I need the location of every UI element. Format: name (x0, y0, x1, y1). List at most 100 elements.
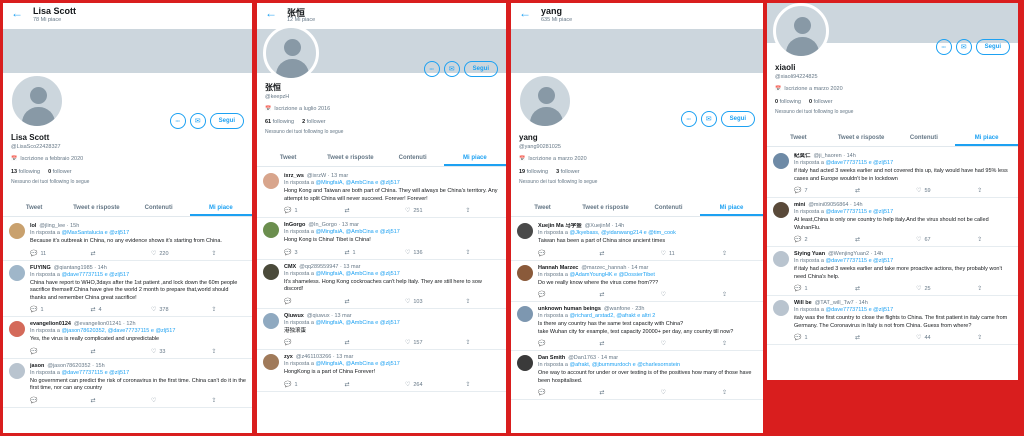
retweet-action[interactable]: ⇄ (855, 187, 916, 195)
following-count[interactable]: 61 (265, 119, 271, 125)
like-action[interactable]: ♡ 67 (916, 236, 977, 244)
tweet-item[interactable]: ixrz_ws @ixrzW · 13 mar In risposta a @Min… (257, 169, 506, 218)
followers-count[interactable]: 2 (302, 119, 305, 125)
share-action[interactable]: ⇪ (211, 348, 246, 356)
tweet-author-avatar[interactable] (263, 354, 279, 370)
tweet-author-name[interactable]: CMX (284, 264, 296, 270)
following-count[interactable]: 0 (775, 99, 778, 105)
like-action[interactable]: ♡ (661, 340, 722, 348)
reply-to-handles[interactable]: @dave77737115 e @zlj517 (62, 272, 130, 278)
reply-action[interactable]: 💬 1 (794, 334, 855, 342)
tweet-author-name[interactable]: Xuejin Ma 马学金 (538, 223, 582, 229)
follow-button[interactable]: Segui (209, 113, 244, 129)
reply-to-handles[interactable]: @MingfaiA, @AmbCina e @zlj517 (316, 229, 400, 235)
tweet-author-avatar[interactable] (9, 223, 25, 239)
tweet-author-avatar[interactable] (773, 300, 789, 316)
tweet-author-name[interactable]: Siying Yuan (794, 251, 825, 257)
tweet-author-name[interactable]: Dan Smith (538, 355, 565, 361)
retweet-action[interactable]: ⇄ (90, 250, 150, 258)
share-action[interactable]: ⇪ (977, 236, 1012, 244)
profile-avatar[interactable] (517, 73, 573, 129)
share-action[interactable]: ⇪ (211, 250, 246, 258)
reply-to-handles[interactable]: @dave77737115 e @zlj517 (62, 370, 130, 376)
reply-to-handles[interactable]: @dave77737115 e @zlj517 (826, 258, 894, 264)
tweet-item[interactable]: 纪莫仁 @ji_haoren · 14h In risposta a @dave77… (767, 149, 1018, 198)
message-button[interactable]: ✉ (700, 111, 717, 127)
tweet-item[interactable]: Hannah Marzec @marzec_hannah · 14 mar In r… (511, 261, 763, 302)
tweet-author-avatar[interactable] (9, 264, 25, 281)
following-count[interactable]: 13 (11, 169, 17, 175)
tweet-author-avatar[interactable] (517, 355, 533, 371)
tweet-item[interactable]: lol @jling_lee · 15h In risposta a @MaxSan… (3, 219, 252, 261)
share-action[interactable]: ⇪ (465, 249, 500, 257)
tweet-item[interactable]: Siying Yuan @WenjingYuan2 · 14h In rispost… (767, 247, 1018, 296)
retweet-action[interactable]: ⇄ (344, 298, 404, 306)
reply-action[interactable]: 💬 7 (794, 187, 855, 195)
tweet-item[interactable]: Qiuwux @qiuwux · 13 mar In risposta a @Min… (257, 309, 506, 350)
profile-avatar[interactable] (263, 25, 319, 81)
followers-count[interactable]: 0 (48, 169, 51, 175)
followers-count[interactable]: 3 (556, 169, 559, 175)
retweet-action[interactable]: ⇄ (344, 207, 404, 215)
back-arrow-icon[interactable]: ← (265, 6, 277, 20)
tweet-author-name[interactable]: 纪莫仁 (794, 153, 811, 159)
tweet-item[interactable]: unknown human beings @wanfone · 23h In ris… (511, 302, 763, 351)
share-action[interactable]: ⇪ (211, 397, 246, 405)
message-button[interactable]: ✉ (955, 39, 972, 55)
back-arrow-icon[interactable]: ← (519, 6, 531, 20)
follow-button[interactable]: Segui (720, 111, 755, 127)
reply-action[interactable]: 💬 (30, 348, 90, 356)
like-action[interactable]: ♡ 44 (916, 334, 977, 342)
tweet-author-avatar[interactable] (263, 222, 279, 238)
tweet-author-name[interactable]: lol (30, 223, 36, 229)
retweet-action[interactable]: ⇄ (855, 285, 916, 293)
reply-action[interactable]: 💬 (284, 298, 344, 306)
reply-to-handles[interactable]: @MingfaiA, @AmbCina e @zlj517 (316, 180, 400, 186)
like-action[interactable]: ♡ 33 (151, 348, 211, 356)
reply-to-handles[interactable]: @AdamYoungHK e @DossierTibet (570, 272, 655, 278)
more-options-button[interactable]: ••• (423, 61, 440, 77)
retweet-action[interactable]: ⇄ (599, 291, 660, 299)
following-count[interactable]: 19 (519, 169, 525, 175)
tab-tweet-e-risposte[interactable]: Tweet e risposte (574, 201, 637, 216)
tweet-author-name[interactable]: evangelion0124 (30, 321, 71, 327)
reply-to-handles[interactable]: @richard_arstad2, @afrakt e altri 2 (570, 313, 656, 319)
retweet-action[interactable]: ⇄ (344, 339, 404, 347)
share-action[interactable]: ⇪ (722, 291, 757, 299)
retweet-action[interactable]: ⇄ (599, 389, 660, 397)
retweet-action[interactable]: ⇄ (599, 250, 660, 258)
tab-contenuti[interactable]: Contenuti (128, 201, 190, 216)
back-arrow-icon[interactable]: ← (11, 6, 23, 20)
more-options-button[interactable]: ••• (935, 39, 952, 55)
tweet-item[interactable]: jason @jason78620352 · 15h In risposta a @… (3, 359, 252, 408)
reply-action[interactable]: 💬 2 (794, 236, 855, 244)
tab-mi-piace[interactable]: Mi piace (700, 201, 763, 216)
share-action[interactable]: ⇪ (722, 250, 757, 258)
like-action[interactable]: ♡ 220 (151, 250, 211, 258)
retweet-action[interactable]: ⇄ (855, 334, 916, 342)
share-action[interactable]: ⇪ (977, 334, 1012, 342)
like-action[interactable]: ♡ 264 (405, 381, 465, 389)
tab-contenuti[interactable]: Contenuti (893, 131, 956, 146)
tab-tweet[interactable]: Tweet (511, 201, 574, 216)
tweet-author-avatar[interactable] (773, 153, 789, 169)
tweet-item[interactable]: FUYING @qiantang1985 · 14h In risposta a @… (3, 261, 252, 317)
retweet-action[interactable]: ⇄ (855, 236, 916, 244)
reply-to-handles[interactable]: @jason78620352, @dave77737115 e @zlj517 (62, 328, 176, 334)
like-action[interactable]: ♡ 157 (405, 339, 465, 347)
more-options-button[interactable]: ••• (680, 111, 697, 127)
retweet-action[interactable]: ⇄ (90, 397, 150, 405)
like-action[interactable]: ♡ (151, 397, 211, 405)
tab-mi-piace[interactable]: Mi piace (189, 201, 252, 216)
share-action[interactable]: ⇪ (977, 187, 1012, 195)
message-button[interactable]: ✉ (443, 61, 460, 77)
share-action[interactable]: ⇪ (977, 285, 1012, 293)
tab-tweet-e-risposte[interactable]: Tweet e risposte (319, 151, 381, 166)
tweet-author-avatar[interactable] (517, 264, 533, 281)
follow-button[interactable]: Segui (975, 39, 1010, 55)
tweet-item[interactable]: zyx @z461103266 · 13 mar In risposta a @Mi… (257, 350, 506, 392)
tweet-author-avatar[interactable] (517, 223, 533, 239)
tweet-item[interactable]: Dan Smith @Dan1763 · 14 mar In risposta a … (511, 351, 763, 400)
reply-to-handles[interactable]: @dave77737115 e @zlj517 (826, 160, 894, 166)
tweet-author-avatar[interactable] (9, 362, 25, 379)
